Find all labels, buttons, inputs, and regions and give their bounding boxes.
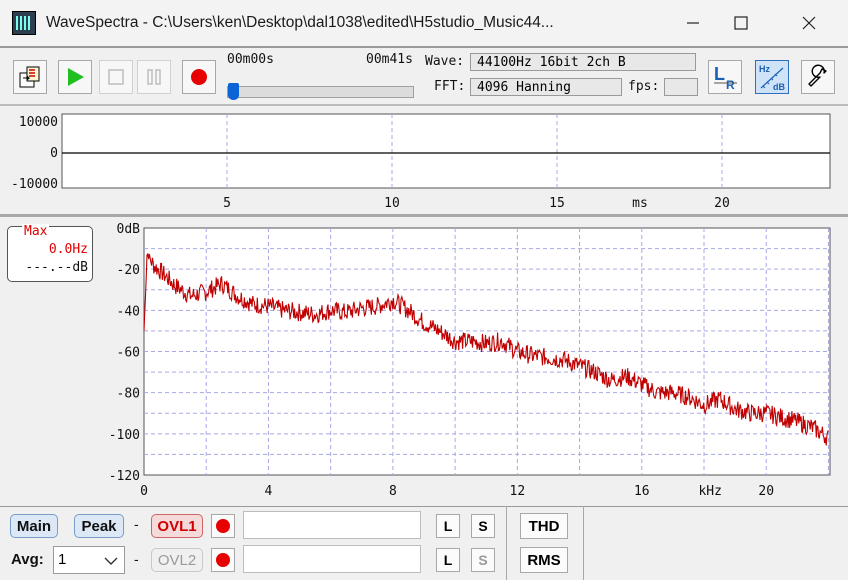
x-tick-label: 0 (140, 484, 148, 499)
play-icon (68, 68, 84, 86)
open-file-icon (19, 66, 40, 88)
separator-dash: - (134, 551, 139, 567)
y-tick-label: -20 (117, 263, 140, 278)
ovl1-record-button[interactable] (211, 514, 235, 538)
spectrum-panel: 0dB -20 -40 -60 -80 -100 -120 0 4 8 12 16 kHz 20 Max … (0, 217, 848, 504)
fps-label: fps: (628, 79, 660, 94)
seek-slider-thumb[interactable] (228, 83, 239, 100)
y-tick-label: -100 (109, 428, 140, 443)
x-tick-label: 16 (634, 484, 650, 499)
ovl2-button[interactable]: OVL2 (151, 548, 203, 572)
chevron-down-icon (104, 557, 118, 565)
ovl2-load-button[interactable]: L (436, 548, 460, 572)
max-level: ---.--dB (25, 260, 88, 275)
avg-value: 1 (58, 551, 67, 568)
time-end: 00m41s (366, 52, 413, 67)
rms-button[interactable]: RMS (520, 547, 568, 573)
hz-db-icon: Hz dB (759, 64, 785, 92)
pause-button[interactable] (137, 60, 171, 94)
ovl1-load-button[interactable]: L (436, 514, 460, 538)
max-frequency: 0.0Hz (48, 242, 88, 257)
avg-label: Avg: (11, 551, 44, 568)
y-tick-label: -80 (117, 387, 140, 402)
wave-label: Wave: (425, 54, 465, 69)
play-button[interactable] (58, 60, 92, 94)
close-button[interactable] (778, 0, 840, 46)
settings-button[interactable] (801, 60, 835, 94)
fps-field (664, 78, 698, 96)
ovl2-name-field[interactable] (243, 545, 421, 573)
title-bar: WaveSpectra - C:\Users\ken\Desktop\dal10… (0, 0, 848, 46)
svg-text:dB: dB (773, 82, 785, 92)
x-tick-label: 12 (510, 484, 526, 499)
window-title: WaveSpectra - C:\Users\ken\Desktop\dal10… (46, 14, 554, 31)
y-tick-label: -120 (109, 469, 140, 484)
x-tick-label: kHz (698, 484, 721, 499)
separator-dash: - (134, 516, 139, 532)
x-tick-label: 5 (223, 196, 231, 211)
maximize-icon (734, 16, 748, 30)
ovl1-save-button[interactable]: S (471, 514, 495, 538)
ovl1-name-field[interactable] (243, 511, 421, 539)
record-icon (216, 519, 230, 533)
hz-db-button[interactable]: Hz dB (755, 60, 789, 94)
minimize-icon (687, 22, 699, 24)
avg-select[interactable]: 1 (53, 546, 125, 574)
svg-text:R: R (726, 78, 735, 91)
close-icon (802, 16, 816, 30)
lr-channel-icon: L R (714, 64, 737, 91)
svg-text:Hz: Hz (759, 64, 770, 74)
main-button[interactable]: Main (10, 514, 58, 538)
record-icon (216, 553, 230, 567)
x-tick-label: ms (632, 196, 648, 211)
y-tick-label: 0 (50, 146, 58, 161)
maximize-button[interactable] (710, 0, 772, 46)
y-tick-label: 10000 (19, 115, 58, 130)
svg-text:L: L (714, 64, 725, 84)
peak-button[interactable]: Peak (74, 514, 124, 538)
settings-wrench-icon (808, 64, 827, 87)
ovl2-record-button[interactable] (211, 548, 235, 572)
time-start: 00m00s (227, 52, 274, 67)
fft-setting-field: 4096 Hanning (470, 78, 622, 96)
max-readout-box: Max 0.0Hz ---.--dB (7, 224, 93, 282)
toolbar: 00m00s 00m41s Wave: 44100Hz 16bit 2ch B … (0, 48, 848, 104)
x-tick-label: 10 (384, 196, 400, 211)
spectrum-chart: 0dB -20 -40 -60 -80 -100 -1200 4 8 12 16 kHz 20 (109, 222, 831, 499)
open-file-button[interactable] (13, 60, 47, 94)
x-tick-label: 20 (714, 196, 730, 211)
record-icon (191, 69, 207, 85)
y-tick-label: 0dB (117, 222, 141, 237)
stop-button[interactable] (99, 60, 133, 94)
thd-button[interactable]: THD (520, 513, 568, 539)
lr-channel-button[interactable]: L R (708, 60, 742, 94)
seek-slider[interactable] (227, 83, 414, 100)
app-icon (12, 11, 36, 35)
fft-label: FFT: (434, 79, 466, 94)
ovl2-save-button[interactable]: S (471, 548, 495, 572)
max-title: Max (22, 224, 50, 239)
y-tick-label: -10000 (11, 177, 58, 192)
x-tick-label: 20 (758, 484, 774, 499)
x-tick-label: 15 (549, 196, 565, 211)
pause-icon (147, 69, 161, 85)
y-tick-label: -60 (117, 346, 140, 361)
stop-icon (108, 69, 124, 85)
record-button[interactable] (182, 60, 216, 94)
y-tick-label: -40 (117, 304, 140, 319)
wave-format-field: 44100Hz 16bit 2ch B (470, 53, 696, 71)
x-tick-label: 8 (389, 484, 397, 499)
ovl1-button[interactable]: OVL1 (151, 514, 203, 538)
waveform-panel: 10000 0 -10000 5 10 15 ms 20 (0, 106, 848, 214)
waveform-chart: 10000 0 -10000 5 10 15 ms 20 (11, 113, 831, 211)
bottom-controls: Main Peak - OVL1 L S Avg: 1 - OVL2 L S T… (0, 506, 848, 580)
x-tick-label: 4 (265, 484, 273, 499)
